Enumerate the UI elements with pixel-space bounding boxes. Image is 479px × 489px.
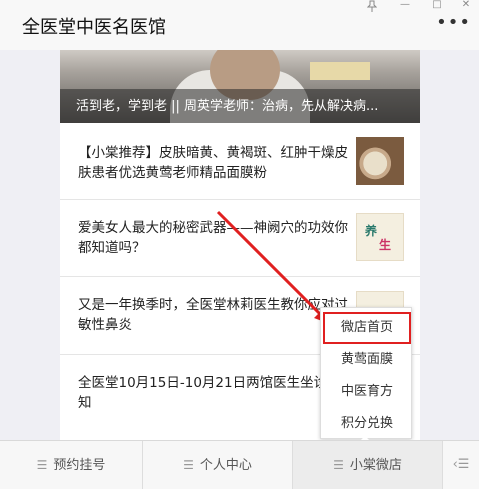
menu-icon: ☰ bbox=[36, 458, 48, 472]
bottom-navigation: ☰ 预约挂号 ☰ 个人中心 ☰ 小棠微店 ‹☰ bbox=[0, 440, 479, 489]
menu-item-points-exchange[interactable]: 积分兑换 bbox=[321, 408, 413, 440]
tab-appointment[interactable]: ☰ 预约挂号 bbox=[0, 441, 143, 489]
shop-submenu: 微店首页 黄莺面膜 中医育方 积分兑换 bbox=[320, 307, 412, 439]
menu-item-tcm-prescription[interactable]: 中医育方 bbox=[321, 376, 413, 408]
tab-personal-center[interactable]: ☰ 个人中心 bbox=[143, 441, 293, 489]
menu-icon: ☰ bbox=[333, 458, 344, 472]
tab-micro-shop[interactable]: ☰ 小棠微店 bbox=[293, 441, 443, 489]
menu-item-shop-home[interactable]: 微店首页 bbox=[323, 312, 411, 344]
menu-item-mask[interactable]: 黄莺面膜 bbox=[321, 344, 413, 376]
menu-icon: ☰ bbox=[183, 458, 194, 472]
keyboard-icon[interactable]: ‹☰ bbox=[443, 441, 479, 489]
